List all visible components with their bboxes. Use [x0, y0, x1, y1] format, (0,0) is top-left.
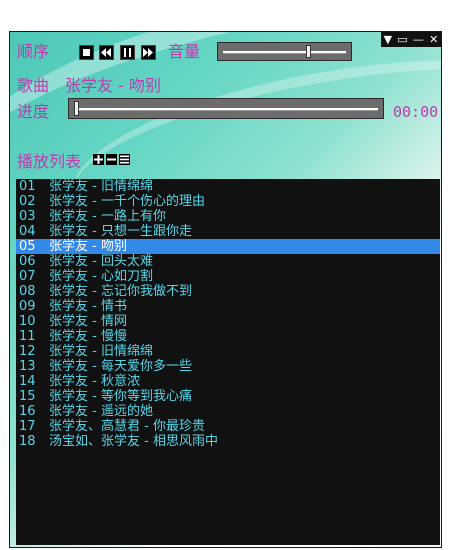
playlist-item[interactable]: 17 张学友、高慧君 - 你最珍贵 — [16, 419, 440, 434]
song-label: 歌曲 — [17, 76, 50, 95]
playlist-item-number: 01 — [19, 179, 36, 194]
playlist-item[interactable]: 04 张学友 - 只想一生跟你走 — [16, 224, 440, 239]
playlist-item-number: 12 — [19, 344, 36, 359]
playlist-item-title: 汤宝如、张学友 - 相思风雨中 — [49, 434, 218, 449]
stop-icon — [83, 49, 90, 56]
playlist-item-title: 张学友 - 忘记你我做不到 — [49, 284, 192, 299]
window-buttons: ▼ ▭ — ✕ — [381, 32, 441, 47]
volume-track — [223, 50, 346, 54]
playlist-item-title: 张学友 - 每天爱你多一些 — [49, 359, 192, 374]
playlist-item-number: 17 — [19, 419, 36, 434]
playlist-item-title: 张学友 - 秋意浓 — [49, 374, 140, 389]
playlist-item-number: 06 — [19, 254, 36, 269]
playlist-item[interactable]: 12 张学友 - 旧情绵绵 — [16, 344, 440, 359]
progress-label: 进度 — [17, 102, 50, 121]
playlist-item-title: 张学友 - 一路上有你 — [49, 209, 166, 224]
playlist-item[interactable]: 14 张学友 - 秋意浓 — [16, 374, 440, 389]
playlist-item-number: 18 — [19, 434, 36, 449]
playlist-item-number: 16 — [19, 404, 36, 419]
playlist-item[interactable]: 09 张学友 - 情书 — [16, 299, 440, 314]
playlist-item-number: 10 — [19, 314, 36, 329]
playlist-item-number: 05 — [19, 239, 36, 254]
playlist-item-number: 02 — [19, 194, 36, 209]
playlist-item[interactable]: 03 张学友 - 一路上有你 — [16, 209, 440, 224]
playlist-item-number: 11 — [19, 329, 36, 344]
time-display: 00:00 — [393, 103, 439, 121]
playlist-item-title: 张学友 - 一千个伤心的理由 — [49, 194, 205, 209]
play-mode-label[interactable]: 顺序 — [17, 43, 49, 61]
playlist-item-number: 13 — [19, 359, 36, 374]
playlist-item[interactable]: 16 张学友 - 遥远的她 — [16, 404, 440, 419]
volume-slider[interactable] — [217, 42, 352, 61]
playlist-item[interactable]: 10 张学友 - 情网 — [16, 314, 440, 329]
playlist-add-button[interactable] — [93, 154, 104, 165]
playlist-item-title: 张学友 - 情网 — [49, 314, 127, 329]
playlist-item[interactable]: 06 张学友 - 回头太难 — [16, 254, 440, 269]
playlist-item-title: 张学友 - 旧情绵绵 — [49, 344, 153, 359]
add-icon — [94, 155, 103, 164]
playlist-item-number: 14 — [19, 374, 36, 389]
volume-thumb[interactable] — [305, 45, 311, 58]
playlist-remove-button[interactable] — [106, 154, 117, 165]
previous-icon — [101, 48, 111, 57]
playlist-item[interactable]: 01 张学友 - 旧情绵绵 — [16, 179, 440, 194]
restore-icon[interactable]: ▭ — [397, 33, 407, 46]
playlist-item-number: 09 — [19, 299, 36, 314]
playlist-item-title: 张学友、高慧君 - 你最珍贵 — [49, 419, 205, 434]
pause-icon — [124, 48, 131, 57]
playlist-item-title: 张学友 - 等你等到我心痛 — [49, 389, 192, 404]
progress-slider[interactable] — [68, 98, 384, 119]
previous-button[interactable] — [99, 45, 114, 60]
playlist-item-title: 张学友 - 情书 — [49, 299, 127, 314]
progress-thumb[interactable] — [74, 101, 79, 116]
playlist-item-title: 张学友 - 遥远的她 — [49, 404, 153, 419]
playlist-item[interactable]: 05 张学友 - 吻别 — [16, 239, 440, 254]
playlist-item-title: 张学友 - 心如刀割 — [49, 269, 153, 284]
playlist-item-title: 张学友 - 旧情绵绵 — [49, 179, 153, 194]
remove-icon — [107, 158, 116, 161]
playlist-item-title: 张学友 - 回头太难 — [49, 254, 153, 269]
progress-track — [74, 107, 378, 111]
playlist-item[interactable]: 18 汤宝如、张学友 - 相思风雨中 — [16, 434, 440, 449]
playlist-item[interactable]: 13 张学友 - 每天爱你多一些 — [16, 359, 440, 374]
playlist-item-number: 07 — [19, 269, 36, 284]
playlist[interactable]: 01 张学友 - 旧情绵绵 02 张学友 - 一千个伤心的理由 03 张学友 - 一路上有… — [16, 179, 440, 545]
next-button[interactable] — [141, 45, 156, 60]
song-title: 张学友 - 吻别 — [65, 76, 161, 95]
close-icon[interactable]: ✕ — [429, 33, 438, 46]
playlist-item-number: 04 — [19, 224, 36, 239]
pause-button[interactable] — [120, 45, 135, 60]
playlist-item[interactable]: 15 张学友 - 等你等到我心痛 — [16, 389, 440, 404]
playlist-item-number: 15 — [19, 389, 36, 404]
playlist-item-number: 08 — [19, 284, 36, 299]
playlist-item[interactable]: 07 张学友 - 心如刀割 — [16, 269, 440, 284]
playlist-menu-button[interactable] — [119, 154, 130, 165]
minimize-icon[interactable]: — — [413, 33, 424, 46]
playlist-item-title: 张学友 - 吻别 — [49, 239, 127, 254]
playlist-item-title: 张学友 - 慢慢 — [49, 329, 127, 344]
volume-label: 音量 — [168, 42, 201, 61]
playlist-item[interactable]: 11 张学友 - 慢慢 — [16, 329, 440, 344]
playlist-label: 播放列表 — [17, 152, 82, 171]
playlist-item-title: 张学友 - 只想一生跟你走 — [49, 224, 192, 239]
player-window: ▼ ▭ — ✕ 顺序 音量 歌曲 张学友 - 吻别 进度 00:00 播放列表 — [9, 31, 442, 548]
stop-button[interactable] — [79, 45, 94, 60]
menu-icon[interactable]: ▼ — [384, 33, 392, 46]
playlist-item[interactable]: 08 张学友 - 忘记你我做不到 — [16, 284, 440, 299]
list-menu-icon — [120, 155, 129, 164]
playlist-item[interactable]: 02 张学友 - 一千个伤心的理由 — [16, 194, 440, 209]
next-icon — [143, 48, 153, 57]
playlist-item-number: 03 — [19, 209, 36, 224]
